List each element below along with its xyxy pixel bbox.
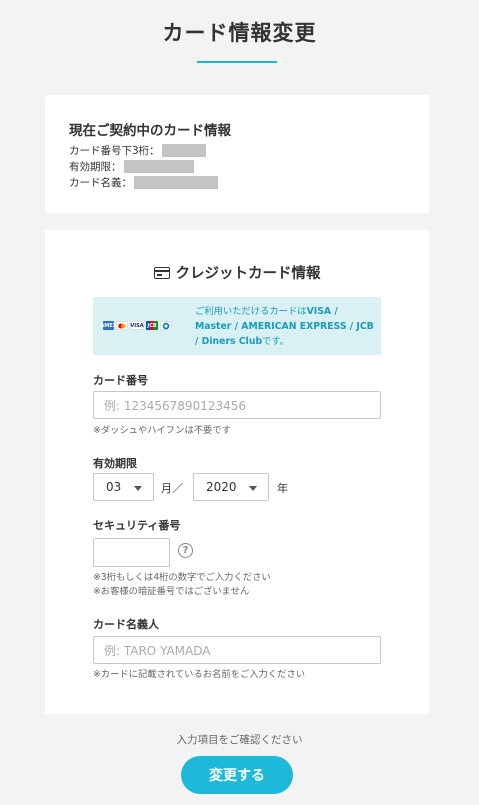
- diners-logo-icon: [160, 321, 172, 330]
- chevron-down-icon: [249, 486, 257, 491]
- credit-card-heading-label: クレジットカード情報: [175, 266, 321, 282]
- security-code-label: セキュリティ番号: [93, 519, 181, 532]
- expiry-month-value: 03: [106, 480, 122, 494]
- security-code-hint-1: ※3桁もしくは4桁の数字でご入力ください: [93, 572, 271, 583]
- current-card-panel: 現在ご契約中のカード情報 カード番号下3桁： 有効期限： カード名義：: [45, 95, 429, 213]
- holder-name-label: カード名義人: [93, 618, 159, 631]
- card-number-hint: ※ダッシュやハイフンは不要です: [93, 425, 231, 436]
- current-holder-redacted: [134, 176, 218, 189]
- current-last3-label: カード番号下3桁：: [69, 145, 160, 157]
- holder-name-hint: ※カードに記載されているお名前をご入力ください: [93, 669, 306, 680]
- submit-button[interactable]: 変更する: [181, 756, 293, 794]
- expiry-month-select[interactable]: 03: [93, 473, 154, 501]
- brand-notice-suffix: です。: [262, 336, 290, 347]
- expiry-year-value: 2020: [206, 480, 237, 494]
- jcb-logo-icon: JCB: [146, 321, 158, 330]
- title-underline: [197, 61, 277, 63]
- security-code-hint-2: ※お客様の暗証番号ではございません: [93, 586, 250, 597]
- holder-name-input[interactable]: 例: TARO YAMADA: [93, 636, 381, 664]
- card-brand-logos: AMEX VISA JCB: [100, 321, 172, 330]
- page-title: カード情報変更: [162, 21, 317, 45]
- expiry-label: 有効期限: [93, 457, 137, 470]
- mastercard-logo-icon: [116, 321, 128, 330]
- card-number-input[interactable]: 例: 1234567890123456: [93, 391, 381, 419]
- brand-notice-prefix: ご利用いただけるカードは: [195, 306, 307, 317]
- credit-card-panel: クレジットカード情報 AMEX VISA JCB ご利用いただけるカードはVIS…: [45, 230, 429, 714]
- credit-card-icon: [153, 266, 170, 279]
- expiry-year-unit: 年: [277, 482, 288, 495]
- current-expiry-row: 有効期限：: [69, 159, 194, 174]
- chevron-down-icon: [134, 486, 142, 491]
- current-expiry-redacted: [123, 160, 194, 173]
- card-brand-notice: AMEX VISA JCB ご利用いただけるカードはVISA / Master …: [93, 297, 381, 355]
- help-icon[interactable]: ?: [178, 543, 193, 558]
- expiry-month-unit: 月／: [161, 482, 183, 495]
- current-last3-row: カード番号下3桁：: [69, 143, 206, 158]
- security-code-input[interactable]: [93, 538, 170, 567]
- current-card-heading: 現在ご契約中のカード情報: [69, 123, 231, 139]
- current-last3-redacted: [161, 144, 206, 157]
- visa-logo-icon: VISA: [130, 321, 144, 330]
- amex-logo-icon: AMEX: [100, 321, 117, 330]
- current-holder-row: カード名義：: [69, 175, 218, 190]
- expiry-year-select[interactable]: 2020: [193, 473, 269, 501]
- card-number-label: カード番号: [93, 374, 148, 387]
- current-expiry-label: 有効期限：: [69, 161, 122, 173]
- credit-card-heading: クレジットカード情報: [45, 262, 429, 283]
- current-holder-label: カード名義：: [69, 177, 132, 189]
- card-brand-text: ご利用いただけるカードはVISA / Master / AMERICAN EXP…: [195, 304, 375, 349]
- confirm-note: 入力項目をご確認ください: [176, 734, 303, 746]
